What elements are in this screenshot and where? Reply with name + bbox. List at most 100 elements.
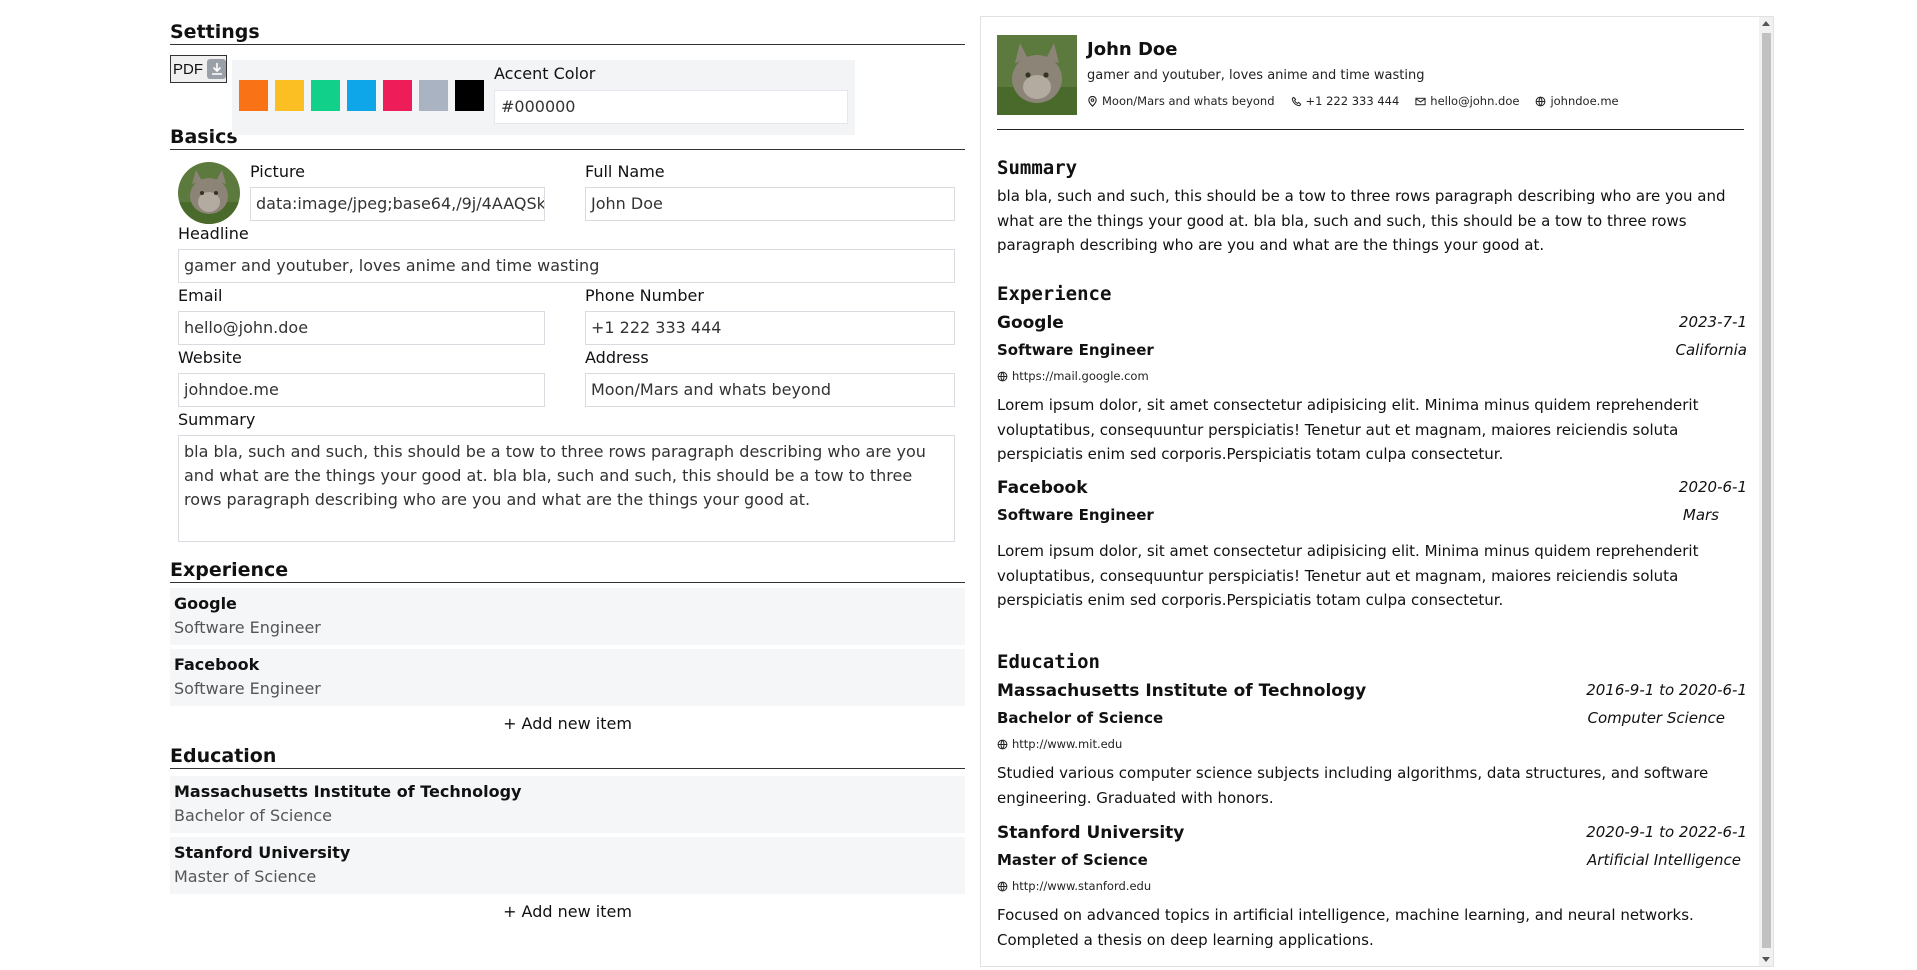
preview-experience-url-text: https://mail.google.com xyxy=(1012,369,1149,383)
preview-experience-url: https://mail.google.com xyxy=(997,369,1149,383)
experience-item[interactable]: Google Software Engineer xyxy=(170,588,965,645)
contact-location-text: Moon/Mars and whats beyond xyxy=(1102,94,1275,108)
add-education-button[interactable]: + Add new item xyxy=(170,902,965,921)
globe-icon xyxy=(997,739,1008,749)
experience-list: Google Software Engineer Facebook Softwa… xyxy=(170,583,965,744)
accent-color-panel: Accent Color #000000 xyxy=(232,60,855,135)
preview-contacts: Moon/Mars and whats beyond +1 222 333 44… xyxy=(1087,94,1619,108)
preview-photo xyxy=(997,35,1077,115)
preview-experience-org: Google xyxy=(997,313,1064,333)
contact-phone: +1 222 333 444 xyxy=(1291,94,1400,108)
picture-label: Picture xyxy=(250,162,306,181)
header-divider xyxy=(997,129,1744,130)
address-label: Address xyxy=(585,348,649,367)
basics-form: Picture data:image/jpeg;base64,/9j/4AAQS… xyxy=(170,150,965,558)
preview-experience-role: Software Engineer xyxy=(997,341,1154,359)
swatch-pink[interactable] xyxy=(383,80,412,111)
preview-experience-org: Facebook xyxy=(997,478,1088,498)
preview-scrollbar[interactable] xyxy=(1759,17,1773,966)
swatch-orange[interactable] xyxy=(239,80,268,111)
address-input[interactable]: Moon/Mars and whats beyond xyxy=(585,373,955,407)
contact-website-text: johndoe.me xyxy=(1550,94,1619,108)
globe-icon xyxy=(997,881,1008,891)
preview-experience-heading: Experience xyxy=(997,283,1112,305)
preview-education-degree: Master of Science xyxy=(997,851,1148,869)
location-icon xyxy=(1088,95,1097,107)
phone-input[interactable]: +1 222 333 444 xyxy=(585,311,955,345)
education-item-subtitle: Master of Science xyxy=(174,867,317,886)
globe-icon xyxy=(997,371,1008,381)
swatch-green[interactable] xyxy=(311,80,340,111)
education-item-subtitle: Bachelor of Science xyxy=(174,806,332,825)
mail-icon xyxy=(1415,97,1426,105)
picture-input[interactable]: data:image/jpeg;base64,/9j/4AAQSkZJRgABA… xyxy=(250,187,545,221)
download-icon xyxy=(207,59,226,79)
preview-education-desc: Focused on advanced topics in artificial… xyxy=(997,906,1694,949)
preview-education-url-text: http://www.mit.edu xyxy=(1012,737,1123,751)
scroll-up-arrow[interactable] xyxy=(1762,21,1770,26)
experience-item-subtitle: Software Engineer xyxy=(174,679,321,698)
accent-color-input[interactable]: #000000 xyxy=(494,90,848,124)
phone-icon xyxy=(1291,96,1301,106)
education-item[interactable]: Massachusetts Institute of Technology Ba… xyxy=(170,776,965,833)
preview-education-area: Computer Science xyxy=(1587,709,1725,727)
preview-experience-date: 2020-6-1 xyxy=(1678,478,1747,496)
headline-label: Headline xyxy=(178,224,249,243)
phone-label: Phone Number xyxy=(585,286,704,305)
education-item[interactable]: Stanford University Master of Science xyxy=(170,837,965,894)
profile-avatar[interactable] xyxy=(178,162,240,224)
add-experience-button[interactable]: + Add new item xyxy=(170,714,965,733)
accent-color-label: Accent Color xyxy=(494,64,596,83)
preview-experience-role: Software Engineer xyxy=(997,506,1154,524)
education-item-title: Massachusetts Institute of Technology xyxy=(174,782,522,801)
swatch-black[interactable] xyxy=(455,80,484,111)
education-heading: Education xyxy=(170,744,965,769)
experience-item-title: Facebook xyxy=(174,655,260,674)
settings-heading: Settings xyxy=(170,20,965,45)
preview-education-heading: Education xyxy=(997,651,1100,673)
preview-education-url-text: http://www.stanford.edu xyxy=(1012,879,1152,893)
summary-textarea[interactable]: bla bla, such and such, this should be a… xyxy=(178,435,955,542)
preview-education-org: Stanford University xyxy=(997,823,1185,843)
swatch-amber[interactable] xyxy=(275,80,304,111)
pdf-download-button[interactable]: PDF xyxy=(170,55,227,83)
contact-location: Moon/Mars and whats beyond xyxy=(1087,94,1275,108)
globe-icon xyxy=(1536,96,1546,106)
preview-education-url: http://www.mit.edu xyxy=(997,737,1122,751)
contact-phone-text: +1 222 333 444 xyxy=(1305,94,1400,108)
email-input[interactable]: hello@john.doe xyxy=(178,311,545,345)
fullname-input[interactable]: John Doe xyxy=(585,187,955,221)
preview-education-area: Artificial Intelligence xyxy=(1587,851,1741,869)
preview-summary-heading: Summary xyxy=(997,157,1078,179)
preview-education-date: 2020-9-1 to 2022-6-1 xyxy=(1586,823,1747,841)
preview-headline: gamer and youtuber, loves anime and time… xyxy=(1087,68,1425,83)
experience-item-subtitle: Software Engineer xyxy=(174,618,321,637)
preview-name: John Doe xyxy=(1087,39,1178,60)
swatch-blue[interactable] xyxy=(347,80,376,111)
preview-experience-date: 2023-7-1 xyxy=(1678,313,1747,331)
preview-education-url: http://www.stanford.edu xyxy=(997,879,1151,893)
preview-education-desc: Studied various computer science subject… xyxy=(997,764,1709,807)
website-input[interactable]: johndoe.me xyxy=(178,373,545,407)
preview-experience-desc: Lorem ipsum dolor, sit amet consectetur … xyxy=(997,396,1699,463)
settings-row: PDF Accent Color #000000 xyxy=(170,45,965,135)
experience-heading: Experience xyxy=(170,558,965,583)
summary-label: Summary xyxy=(178,410,256,429)
experience-item[interactable]: Facebook Software Engineer xyxy=(170,649,965,706)
preview-education-org: Massachusetts Institute of Technology xyxy=(997,681,1367,701)
pdf-label: PDF xyxy=(173,60,203,78)
preview-experience-desc: Lorem ipsum dolor, sit amet consectetur … xyxy=(997,542,1699,609)
resume-editor: Settings PDF Accent Color #000000 Basics xyxy=(170,20,965,930)
email-label: Email xyxy=(178,286,223,305)
education-list: Massachusetts Institute of Technology Ba… xyxy=(170,769,965,930)
preview-summary-text: bla bla, such and such, this should be a… xyxy=(997,187,1726,254)
resume-preview: John Doe gamer and youtuber, loves anime… xyxy=(980,16,1774,967)
headline-input[interactable]: gamer and youtuber, loves anime and time… xyxy=(178,249,955,283)
contact-email-text: hello@john.doe xyxy=(1430,94,1520,108)
website-label: Website xyxy=(178,348,242,367)
scroll-down-arrow[interactable] xyxy=(1762,957,1770,962)
preview-experience-location: Mars xyxy=(1682,506,1719,524)
swatch-gray[interactable] xyxy=(419,80,448,111)
contact-website: johndoe.me xyxy=(1535,94,1619,108)
scroll-thumb[interactable] xyxy=(1762,33,1771,948)
